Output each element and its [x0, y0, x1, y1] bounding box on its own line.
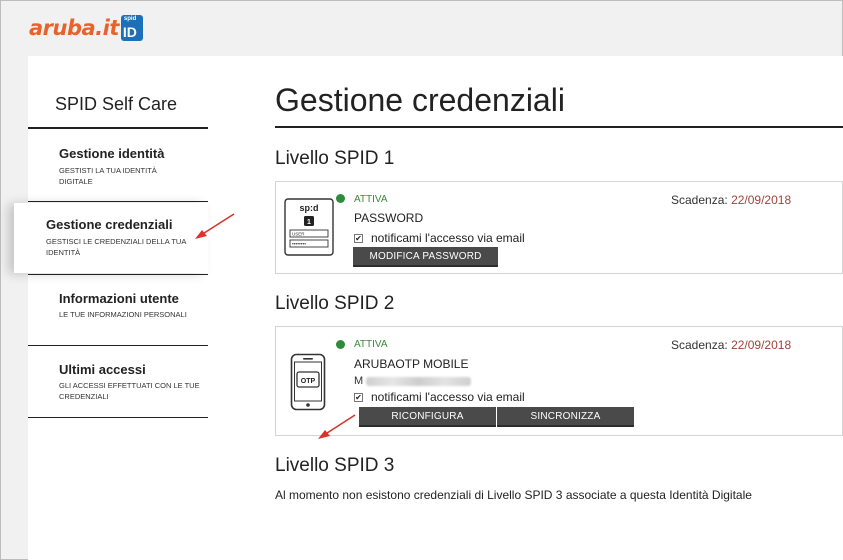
sincronizza-button[interactable]: SINCRONIZZA [497, 407, 634, 427]
page-title: Gestione credenziali [275, 82, 565, 118]
level-3-title: Livello SPID 3 [275, 455, 395, 476]
sidebar-item-gestione-credenziali[interactable]: Gestione credenziali GESTISCI LE CREDENZ… [14, 203, 208, 273]
sidebar-item-subtitle: LE TUE INFORMAZIONI PERSONALI [59, 310, 187, 319]
expiry-date: 22/09/2018 [731, 338, 792, 352]
card-icon-user-field: USER [292, 232, 305, 237]
logo-badge-top: spid [123, 16, 137, 22]
notify-option[interactable]: ✔ notificami l'accesso via email [354, 231, 525, 245]
sidebar-item-subtitle: GLI ACCESSI EFFETTUATI CON LE TUE CREDEN… [59, 381, 200, 401]
notify-label: notificami l'accesso via email [371, 231, 525, 245]
sidebar-item-informazioni-utente[interactable]: Informazioni utente LE TUE INFORMAZIONI … [28, 274, 208, 346]
modifica-password-button[interactable]: MODIFICA PASSWORD [353, 247, 498, 267]
sidebar-item-gestione-identita[interactable]: Gestione identità GESTISTI LA TUA IDENTI… [28, 129, 208, 202]
spid-password-card-icon: sp:d 1 USER •••••••• [284, 198, 334, 256]
level-3-message: Al momento non esistono credenziali di L… [275, 488, 752, 502]
notify-checkbox[interactable]: ✔ [354, 392, 363, 402]
sidebar-item-label: Ultimi accessi [59, 362, 146, 377]
sidebar-item-subtitle: GESTISCI LE CREDENZIALI DELLA TUA IDENTI… [46, 237, 186, 257]
page-title-divider [275, 126, 843, 128]
masked-phone-number: M [354, 375, 472, 387]
page-panel: SPID Self Care Gestione identità GESTIST… [14, 56, 843, 560]
credential-name: ARUBAOTP MOBILE [354, 357, 469, 371]
annotation-arrow-icon [318, 414, 356, 439]
notify-checkbox[interactable]: ✔ [354, 233, 363, 243]
expiry: Scadenza: 22/09/2018 [671, 338, 791, 352]
card-icon-badge: 1 [307, 219, 311, 226]
notify-option[interactable]: ✔ notificami l'accesso via email [354, 390, 525, 404]
redacted-value [366, 376, 472, 386]
card-icon-spid-text: sp:d [300, 203, 319, 213]
expiry-label: Scadenza: [671, 193, 728, 207]
otp-icon-label: OTP [301, 378, 316, 385]
status-active-dot [336, 340, 345, 349]
logo-badge-main: ID [122, 24, 137, 40]
expiry-label: Scadenza: [671, 338, 728, 352]
status-label: ATTIVA [354, 194, 388, 205]
sidebar-item-subtitle: GESTISTI LA TUA IDENTITÀ DIGITALE [59, 166, 157, 186]
sidebar-title: SPID Self Care [55, 94, 178, 114]
credential-card-password: sp:d 1 USER •••••••• ATTIVA Scadenza: 22… [275, 181, 843, 274]
annotation-arrow-icon [195, 213, 235, 239]
masked-prefix: M [354, 375, 364, 387]
status-label: ATTIVA [354, 339, 388, 350]
card-icon-password-field: •••••••• [292, 242, 306, 248]
sidebar-item-label: Gestione identità [59, 146, 165, 161]
status-active-dot [336, 194, 345, 203]
level-1-title: Livello SPID 1 [275, 148, 395, 169]
spid-id-badge-icon: spid ID [120, 15, 143, 41]
aruba-spid-logo[interactable]: aruba.it spid ID [29, 14, 143, 42]
notify-label: notificami l'accesso via email [371, 390, 525, 404]
logo-text: aruba.it [29, 16, 119, 40]
riconfigura-button[interactable]: RICONFIGURA [359, 407, 496, 427]
credential-name: PASSWORD [354, 211, 424, 225]
sidebar-item-ultimi-accessi[interactable]: Ultimi accessi GLI ACCESSI EFFETTUATI CO… [28, 346, 208, 418]
expiry: Scadenza: 22/09/2018 [671, 193, 791, 207]
level-2-title: Livello SPID 2 [275, 293, 395, 314]
sidebar-item-label: Gestione credenziali [46, 217, 173, 232]
sidebar-item-label: Informazioni utente [59, 291, 179, 306]
otp-mobile-phone-icon: OTP [290, 353, 326, 411]
expiry-date: 22/09/2018 [731, 193, 792, 207]
